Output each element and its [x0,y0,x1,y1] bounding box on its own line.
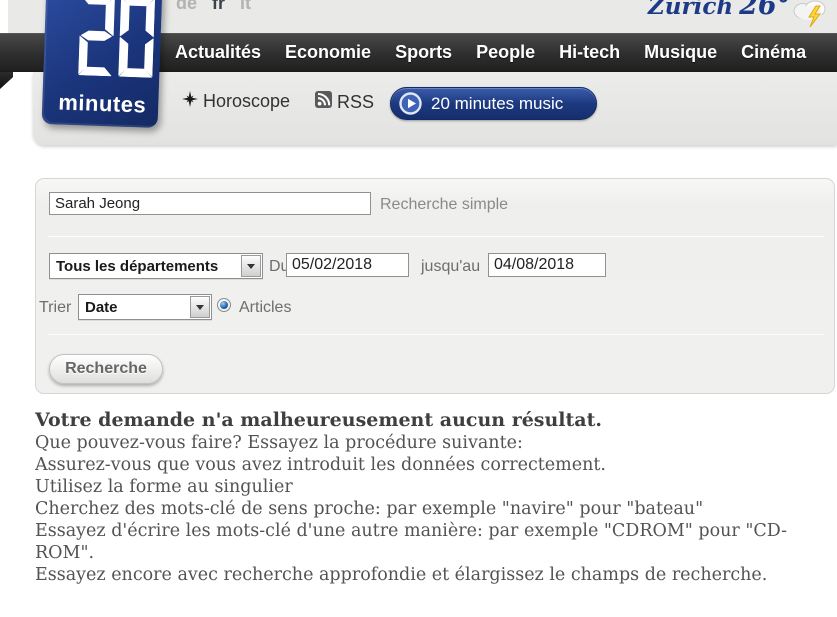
simple-search-label: Recherche simple [380,196,508,214]
nav-item-cinema[interactable]: Cinéma [741,42,806,63]
storm-cloud-icon [789,0,831,33]
search-query-input[interactable] [49,192,371,215]
articles-radio[interactable] [217,298,231,312]
panel-divider [48,236,824,237]
weather-widget[interactable]: Zürich 26° [648,0,790,21]
language-switcher: de fr it [176,0,251,14]
main-navigation: Actualités Economie Sports People Hi-tec… [175,33,837,72]
nav-item-economie[interactable]: Economie [285,42,371,63]
horoscope-link[interactable]: Horoscope [182,91,290,112]
horoscope-label: Horoscope [203,91,290,112]
play-icon [399,92,422,115]
rss-link[interactable]: RSS [315,91,374,113]
sort-label: Trier [39,299,71,317]
page: de fr it Zürich 26° Actualités Economie … [0,0,837,617]
date-to-label: jusqu'au [421,258,480,276]
date-to-input[interactable] [488,253,606,277]
lang-link-fr[interactable]: fr [212,0,225,14]
results-hint-line: Essayez encore avec recherche approfondi… [35,564,815,586]
nav-ribbon-fold [0,72,13,89]
department-select-value: Tous les départements [50,254,240,278]
results-hint-line: Que pouvez-vous faire? Essayez la procéd… [35,432,815,454]
articles-radio-label: Articles [239,299,291,317]
music-button[interactable]: 20 minutes music [390,87,597,120]
date-from-input[interactable] [286,253,409,277]
nav-item-hitech[interactable]: Hi-tech [559,42,620,63]
logo-digits-20 [78,0,155,83]
music-button-label: 20 minutes music [431,94,563,114]
nav-item-musique[interactable]: Musique [644,42,717,63]
sort-select[interactable]: Date [78,294,212,320]
weather-city: Zürich [648,0,733,20]
results-hint-line: Cherchez des mots-clé de sens proche: pa… [35,498,815,520]
nav-item-actualites[interactable]: Actualités [175,42,261,63]
nav-item-people[interactable]: People [476,42,535,63]
rss-label: RSS [337,92,374,113]
search-button[interactable]: Recherche [49,354,163,384]
nav-item-sports[interactable]: Sports [395,42,452,63]
results-hint-line: Essayez d'écrire les mots-clé d'une autr… [35,520,815,564]
results-hint-line: Assurez-vous que vous avez introduit les… [35,454,815,476]
lang-link-de[interactable]: de [176,0,197,14]
horoscope-star-icon [182,91,198,112]
no-results-title: Votre demande n'a malheureusement aucun … [35,408,815,432]
search-panel: Recherche simple Tous les départements D… [35,178,835,394]
rss-icon [315,91,332,113]
chevron-down-icon[interactable] [241,255,261,277]
site-logo[interactable]: minutes [42,0,163,128]
sort-select-value: Date [79,295,189,319]
radio-selected-dot [220,301,228,309]
lang-link-it[interactable]: it [240,0,251,14]
department-select[interactable]: Tous les départements [49,253,263,279]
search-results-message: Votre demande n'a malheureusement aucun … [35,408,815,586]
weather-temperature: 26° [739,0,790,21]
results-hint-line: Utilisez la forme au singulier [35,476,815,498]
logo-word: minutes [48,89,157,119]
chevron-down-icon[interactable] [190,296,210,318]
panel-divider [48,334,824,335]
